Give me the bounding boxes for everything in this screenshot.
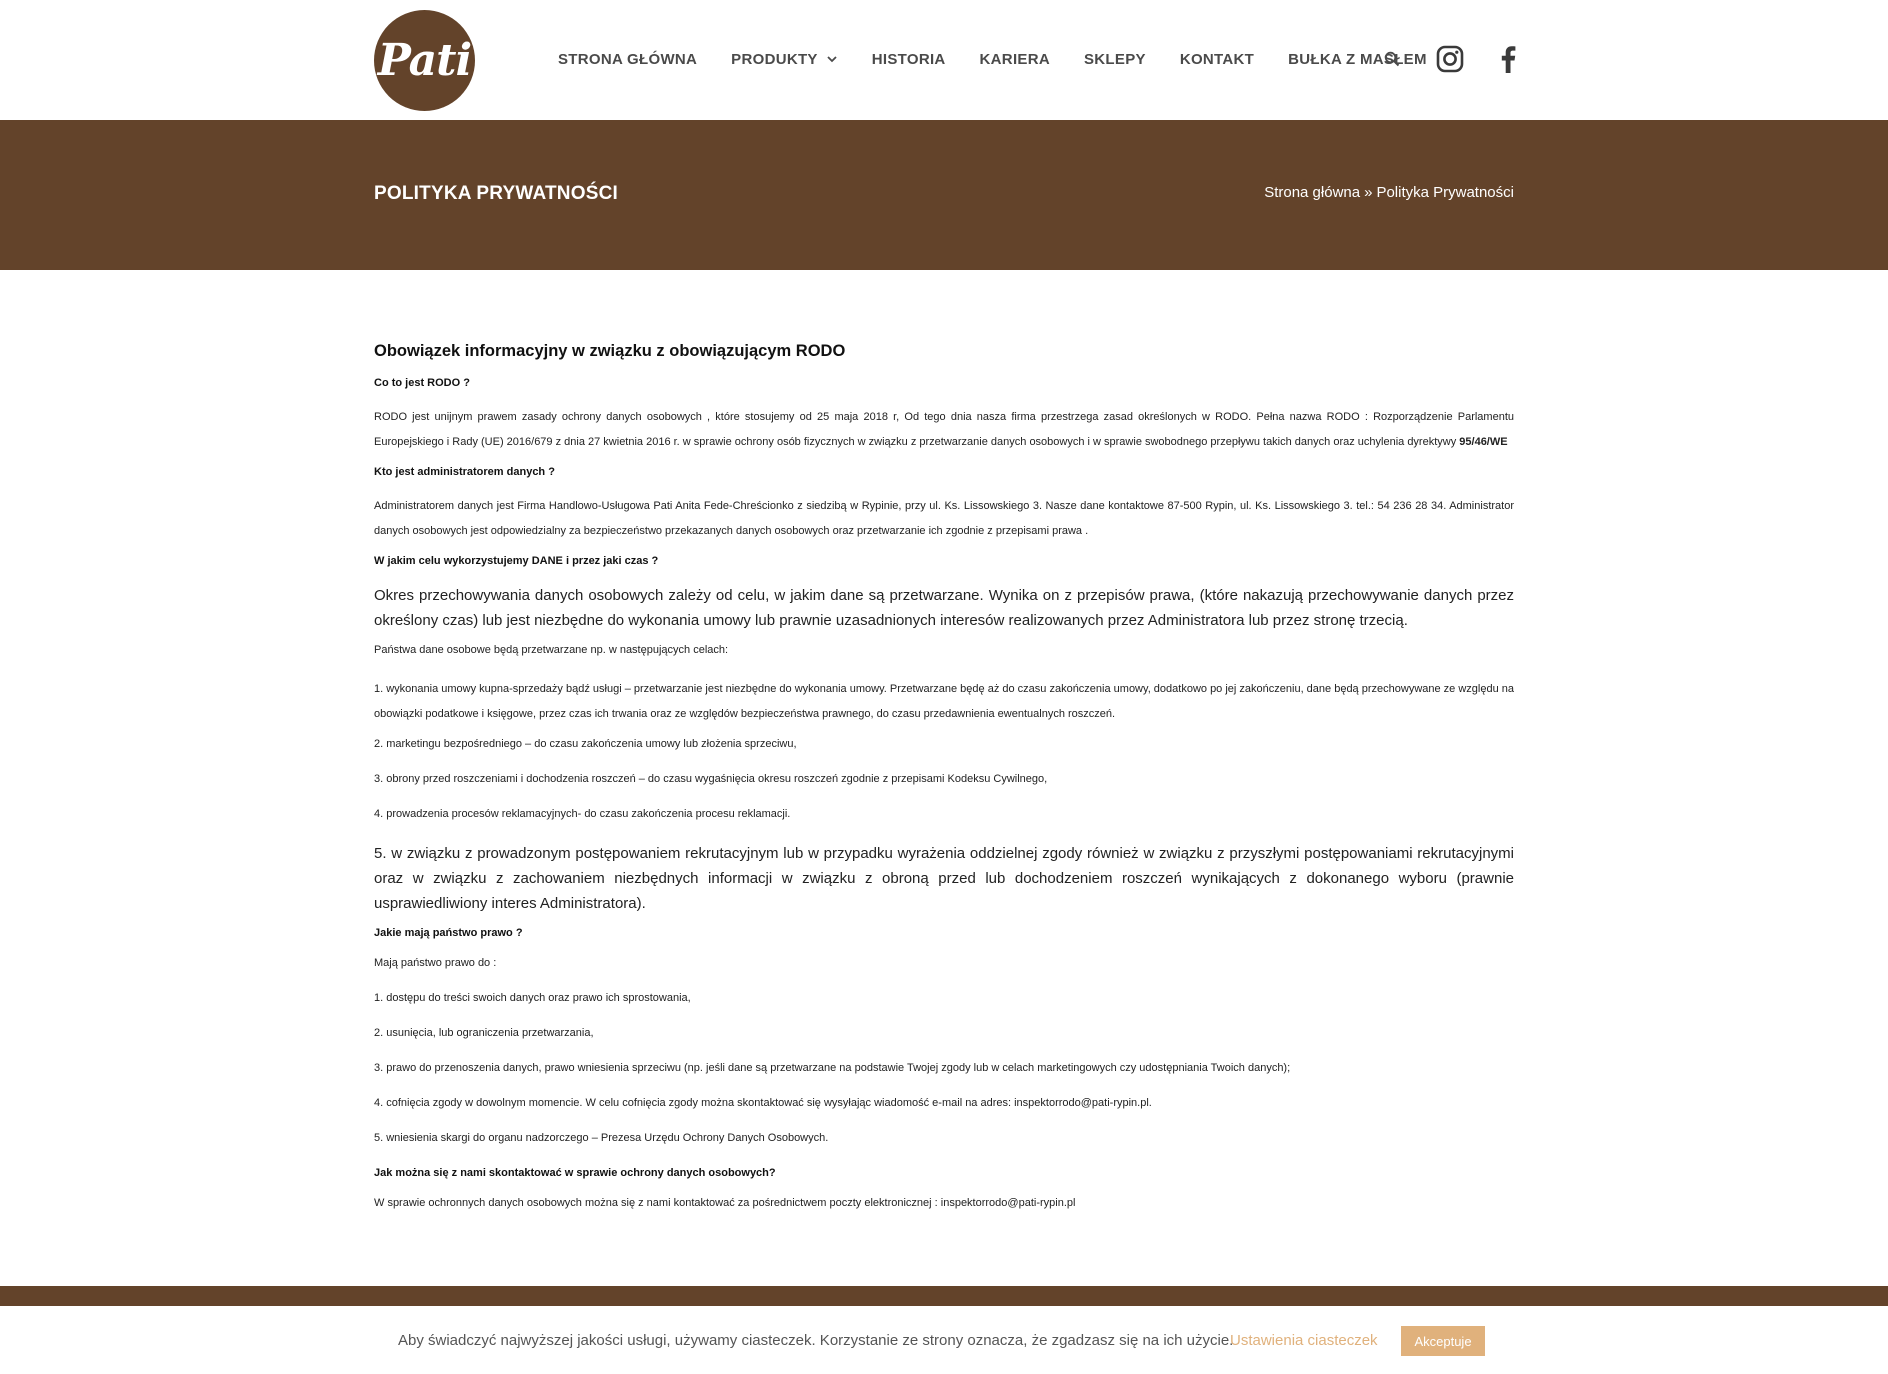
breadcrumb: Strona główna » Polityka Prywatności bbox=[1264, 184, 1514, 201]
breadcrumb-current: Polityka Prywatności bbox=[1376, 184, 1514, 201]
list-item: 3. obrony przed roszczeniami i dochodzen… bbox=[374, 773, 1048, 785]
section-question: Co to jest RODO ? bbox=[374, 377, 470, 389]
paragraph: Państwa dane osobowe będą przetwarzane n… bbox=[374, 644, 729, 656]
list-item: 1. wykonania umowy kupna-sprzedaży bądź … bbox=[374, 683, 1514, 720]
site-header: Pati STRONA GŁÓWNA PRODUKTY HISTORIA KAR… bbox=[0, 0, 1888, 120]
main-content: Obowiązek informacyjny w związku z obowi… bbox=[374, 342, 1514, 1230]
nav-item-produkty[interactable]: PRODUKTY bbox=[731, 51, 838, 68]
main-nav: STRONA GŁÓWNA PRODUKTY HISTORIA KARIERA … bbox=[558, 46, 1461, 72]
list-item: 2. marketingu bezpośredniego – do czasu … bbox=[374, 738, 797, 750]
nav-item-strona-glowna[interactable]: STRONA GŁÓWNA bbox=[558, 51, 697, 68]
instagram-link[interactable] bbox=[1430, 38, 1470, 80]
page-banner: POLITYKA PRYWATNOŚCI Strona główna » Pol… bbox=[0, 120, 1888, 270]
nav-item-historia[interactable]: HISTORIA bbox=[872, 51, 946, 68]
nav-label: SKLEPY bbox=[1083, 50, 1146, 68]
paragraph: W sprawie ochronnych danych osobowych mo… bbox=[374, 1197, 1076, 1209]
section-question: Jakie mają państwo prawo ? bbox=[374, 927, 523, 939]
paragraph: Administratorem danych jest Firma Handlo… bbox=[374, 500, 1514, 537]
nav-item-sklepy[interactable]: SKLEPY bbox=[1084, 51, 1146, 68]
list-item: 5. wniesienia skargi do organu nadzorcze… bbox=[374, 1132, 829, 1144]
nav-label: STRONA GŁÓWNA bbox=[558, 50, 698, 68]
breadcrumb-separator: » bbox=[1364, 184, 1373, 201]
nav-item-kariera[interactable]: KARIERA bbox=[980, 51, 1050, 68]
nav-label: HISTORIA bbox=[871, 50, 946, 68]
logo-text: Pati bbox=[377, 35, 472, 86]
nav-label: KONTAKT bbox=[1179, 50, 1255, 68]
paragraph-text: RODO jest unijnym prawem zasady ochrony … bbox=[374, 411, 1514, 448]
section-question: Kto jest administratorem danych ? bbox=[374, 466, 555, 478]
instagram-icon bbox=[1436, 45, 1464, 73]
list-item: 1. dostępu do treści swoich danych oraz … bbox=[374, 992, 691, 1004]
cookie-settings-link[interactable]: Ustawienia ciasteczek bbox=[1230, 1332, 1378, 1349]
facebook-icon bbox=[1501, 46, 1516, 73]
paragraph-bold: 95/46/WE bbox=[1459, 436, 1508, 448]
breadcrumb-home-link[interactable]: Strona główna bbox=[1264, 184, 1360, 201]
nav-label: PRODUKTY bbox=[731, 50, 818, 68]
list-item: 4. cofnięcia zgody w dowolnym momencie. … bbox=[374, 1097, 1152, 1109]
paragraph: RODO jest unijnym prawem zasady ochrony … bbox=[374, 405, 1514, 455]
list-item-large: 5. w związku z prowadzonym postępowaniem… bbox=[374, 845, 1514, 912]
header-icons bbox=[1380, 38, 1520, 80]
cookie-accept-button[interactable]: Akceptuje bbox=[1401, 1326, 1485, 1356]
nav-label: KARIERA bbox=[979, 50, 1050, 68]
list-item: 4. prowadzenia procesów reklamacyjnych- … bbox=[374, 808, 791, 820]
list-item: 3. prawo do przenoszenia danych, prawo w… bbox=[374, 1062, 1291, 1074]
paragraph-large: Okres przechowywania danych osobowych za… bbox=[374, 587, 1514, 629]
cookie-bar: Aby świadczyć najwyższej jakości usługi,… bbox=[0, 1306, 1888, 1374]
page-title: POLITYKA PRYWATNOŚCI bbox=[374, 183, 618, 204]
facebook-link[interactable] bbox=[1496, 38, 1520, 80]
logo[interactable]: Pati bbox=[374, 10, 475, 111]
search-button[interactable] bbox=[1380, 38, 1404, 80]
list-item: 2. usunięcia, lub ograniczenia przetwarz… bbox=[374, 1027, 594, 1039]
paragraph: Mają państwo prawo do : bbox=[374, 957, 497, 969]
chevron-down-icon bbox=[827, 56, 837, 63]
footer bbox=[0, 1286, 1888, 1306]
cookie-text: Aby świadczyć najwyższej jakości usługi,… bbox=[398, 1332, 1234, 1349]
search-icon bbox=[1384, 51, 1400, 67]
section-question: W jakim celu wykorzystujemy DANE i przez… bbox=[374, 555, 659, 567]
content-heading: Obowiązek informacyjny w związku z obowi… bbox=[374, 342, 846, 360]
section-question: Jak można się z nami skontaktować w spra… bbox=[374, 1167, 776, 1179]
nav-item-kontakt[interactable]: KONTAKT bbox=[1180, 51, 1254, 68]
